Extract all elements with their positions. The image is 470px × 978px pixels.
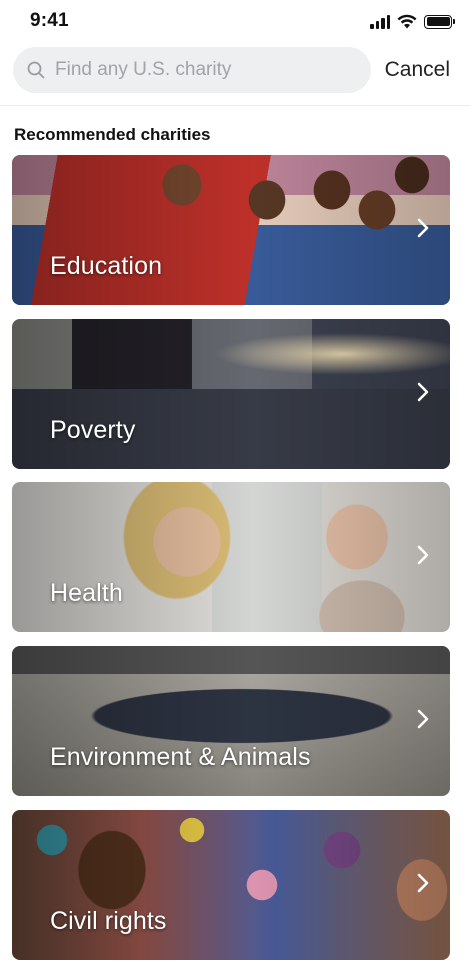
battery-icon [424,14,455,29]
status-time: 9:41 [30,10,69,31]
category-card-poverty[interactable]: Poverty [12,319,450,469]
chevron-right-icon [417,218,429,238]
search-icon [27,61,45,79]
chevron-right-icon [417,873,429,893]
card-label: Civil rights [50,907,167,935]
section-title: Recommended charities [14,125,211,144]
card-label: Poverty [50,416,136,444]
card-label: Health [50,579,123,607]
category-card-environment-animals[interactable]: Environment & Animals [12,646,450,796]
chevron-right-icon [417,382,429,402]
signal-icon [370,14,390,29]
search-bar: Cancel [0,46,470,106]
card-label: Environment & Animals [50,743,311,771]
search-input[interactable] [55,59,345,81]
card-label: Education [50,252,163,280]
category-card-health[interactable]: Health [12,482,450,632]
category-card-civil-rights[interactable]: Civil rights [12,810,450,960]
cancel-button[interactable]: Cancel [385,58,450,82]
chevron-right-icon [417,545,429,565]
category-card-education[interactable]: Education [12,155,450,305]
chevron-right-icon [417,709,429,729]
wifi-icon [397,14,417,29]
search-field-container[interactable] [13,47,371,93]
status-bar: 9:41 [0,0,470,44]
status-icons [370,14,455,29]
